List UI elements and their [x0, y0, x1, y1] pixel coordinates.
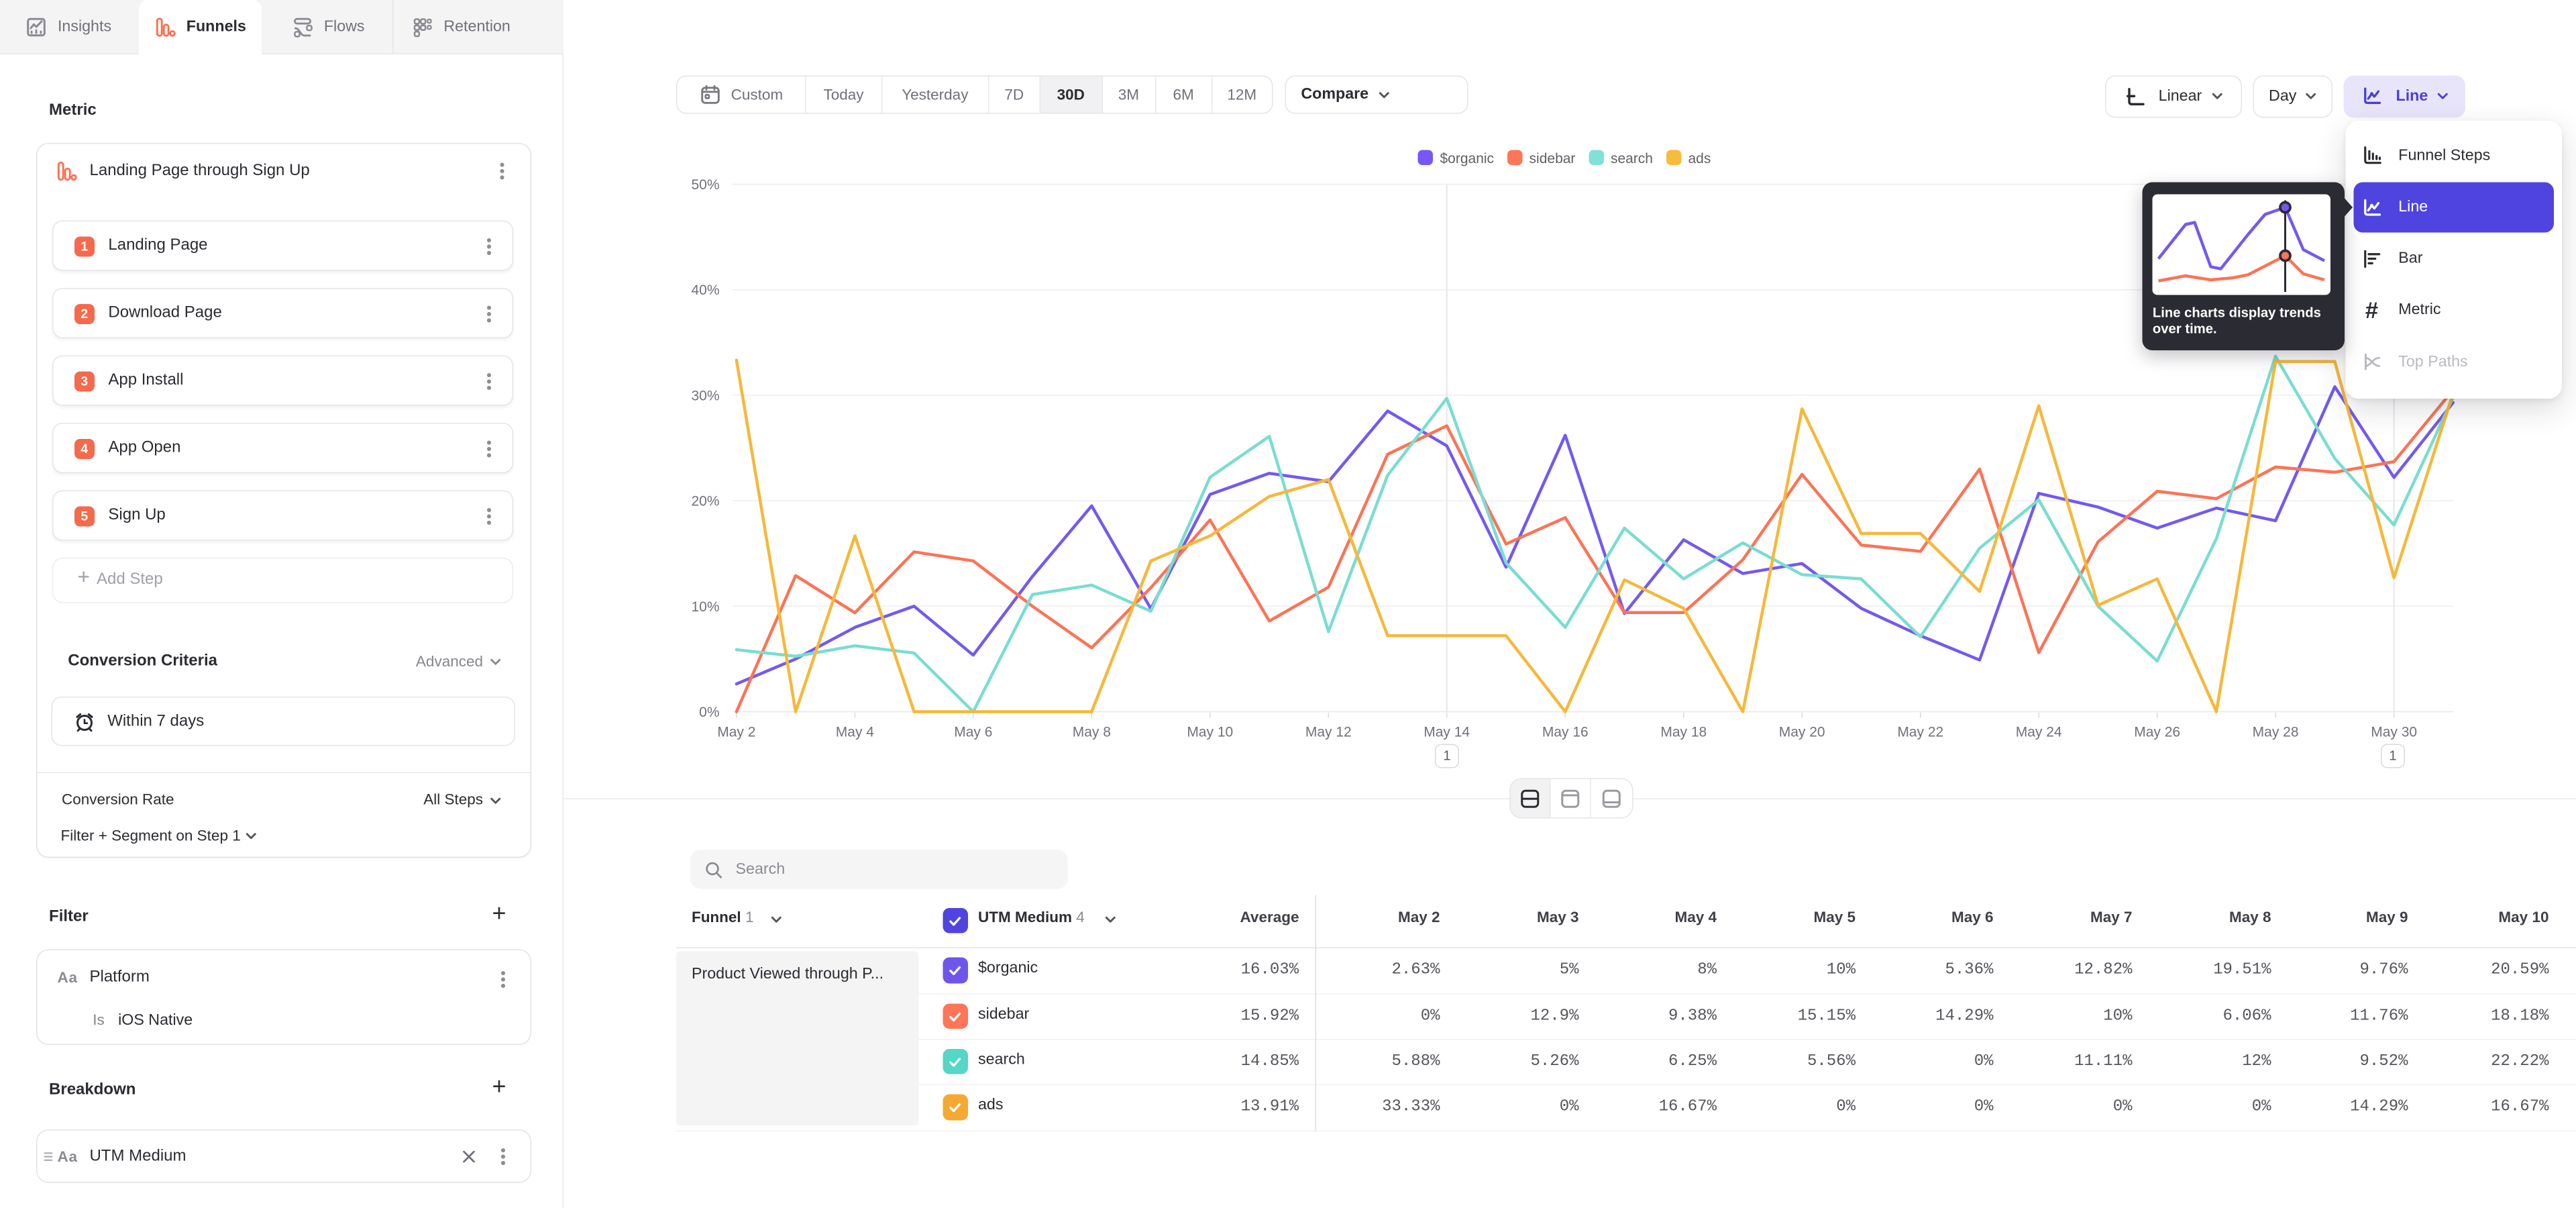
svg-text:May 10: May 10 — [1187, 724, 1233, 740]
svg-text:30%: 30% — [691, 388, 719, 403]
svg-text:40%: 40% — [691, 283, 719, 298]
svg-text:May 4: May 4 — [836, 724, 875, 740]
svg-text:May 12: May 12 — [1305, 724, 1352, 740]
svg-text:50%: 50% — [691, 177, 719, 193]
svg-text:May 18: May 18 — [1660, 724, 1707, 740]
svg-text:10%: 10% — [691, 599, 719, 615]
svg-text:May 24: May 24 — [2016, 724, 2062, 740]
svg-text:May 14: May 14 — [1424, 724, 1470, 740]
svg-text:May 6: May 6 — [954, 724, 992, 740]
svg-text:0%: 0% — [699, 705, 719, 720]
svg-text:May 2: May 2 — [717, 724, 755, 740]
svg-text:May 22: May 22 — [1897, 724, 1943, 740]
svg-text:May 28: May 28 — [2253, 724, 2299, 740]
svg-text:May 26: May 26 — [2134, 724, 2180, 740]
svg-text:May 20: May 20 — [1779, 724, 1825, 740]
svg-text:May 30: May 30 — [2371, 724, 2417, 740]
svg-text:May 16: May 16 — [1542, 724, 1589, 740]
svg-text:20%: 20% — [691, 494, 719, 509]
svg-text:May 8: May 8 — [1073, 724, 1111, 740]
